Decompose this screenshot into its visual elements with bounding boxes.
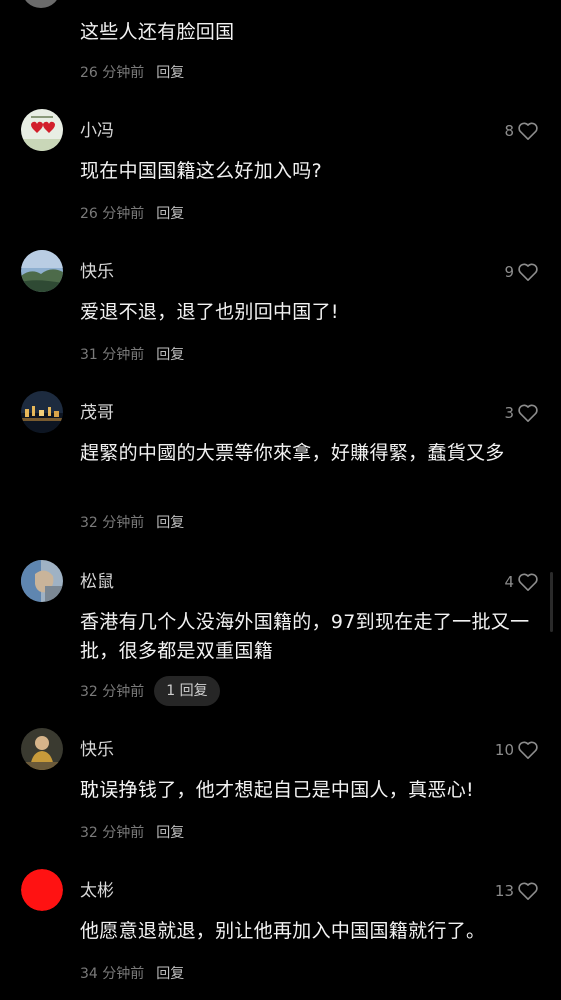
avatar-person-image xyxy=(21,728,63,770)
comment-meta: 32 分钟前 回复 xyxy=(80,512,184,532)
comment-time: 26 分钟前 xyxy=(80,206,145,222)
like-count: 10 xyxy=(494,741,514,759)
heart-icon xyxy=(518,404,538,422)
comment-time: 26 分钟前 xyxy=(80,65,145,81)
avatar-hearts-image xyxy=(21,109,63,151)
reply-button[interactable]: 回复 xyxy=(156,512,184,532)
comment-text: 这些人还有脸回国 xyxy=(80,21,235,43)
avatar[interactable] xyxy=(21,250,63,292)
comment-time: 34 分钟前 xyxy=(80,966,145,982)
avatar[interactable] xyxy=(21,560,63,602)
comment-text: 香港有几个人没海外国籍的，97到现在走了一批又一批，很多都是双重国籍 xyxy=(80,611,530,662)
avatar-photo-image xyxy=(21,560,63,602)
comment-text: 他愿意退就退，别让他再加入中国国籍就行了。 xyxy=(80,920,486,942)
like-button[interactable]: 4 xyxy=(504,571,539,593)
avatar[interactable] xyxy=(21,728,63,770)
comment-meta: 26 分钟前 回复 xyxy=(80,62,184,82)
like-count: 4 xyxy=(504,573,514,591)
heart-icon xyxy=(518,263,538,281)
avatar[interactable] xyxy=(21,109,63,151)
avatar[interactable] xyxy=(21,391,63,433)
comment-time: 32 分钟前 xyxy=(80,684,145,700)
username[interactable]: 茂哥 xyxy=(80,402,114,424)
username[interactable]: 太彬 xyxy=(80,880,114,902)
avatar-night-city-image xyxy=(21,391,63,433)
like-count: 3 xyxy=(504,404,514,422)
like-button[interactable]: 8 xyxy=(504,120,539,142)
comment-meta: 32 分钟前 回复 xyxy=(80,822,184,842)
comment-text: 耽误挣钱了，他才想起自己是中国人，真恶心! xyxy=(80,779,474,801)
reply-button[interactable]: 回复 xyxy=(156,344,184,364)
like-button[interactable]: 3 xyxy=(504,402,539,424)
heart-icon xyxy=(518,573,538,591)
username[interactable]: 松鼠 xyxy=(80,571,114,593)
avatar-red-image xyxy=(21,869,63,911)
comment-time: 31 分钟前 xyxy=(80,347,145,363)
comment-time: 32 分钟前 xyxy=(80,515,145,531)
view-replies-button[interactable]: 1 回复 xyxy=(154,676,220,706)
comment-meta: 31 分钟前 回复 xyxy=(80,344,184,364)
like-button[interactable]: 13 xyxy=(495,880,539,902)
avatar-landscape-image xyxy=(21,250,63,292)
comment-meta: 34 分钟前 回复 xyxy=(80,963,184,983)
like-count: 9 xyxy=(504,263,514,281)
username[interactable]: 快乐 xyxy=(80,739,114,761)
comment-text: 爱退不退，退了也别回中国了! xyxy=(80,301,339,323)
avatar[interactable] xyxy=(22,0,60,8)
reply-button[interactable]: 回复 xyxy=(156,822,184,842)
comment-text: 现在中国国籍这么好加入吗? xyxy=(80,160,322,182)
comment-meta: 26 分钟前 回复 xyxy=(80,203,184,223)
avatar[interactable] xyxy=(21,869,63,911)
username[interactable]: 快乐 xyxy=(80,261,114,283)
like-button[interactable]: 10 xyxy=(495,739,539,761)
like-count: 8 xyxy=(504,122,514,140)
like-count: 13 xyxy=(494,882,514,900)
reply-button[interactable]: 回复 xyxy=(156,203,184,223)
reply-button[interactable]: 回复 xyxy=(156,62,184,82)
heart-icon xyxy=(518,122,538,140)
like-button[interactable]: 9 xyxy=(504,261,539,283)
scrollbar[interactable] xyxy=(550,572,553,632)
comment-text: 趕緊的中國的大票等你來拿，好賺得緊，蠢貨又多 xyxy=(80,442,505,464)
heart-icon xyxy=(518,741,538,759)
comment-time: 32 分钟前 xyxy=(80,825,145,841)
comment-meta: 32 分钟前 1 回复 xyxy=(80,676,220,706)
reply-button[interactable]: 回复 xyxy=(156,963,184,983)
username[interactable]: 小冯 xyxy=(80,120,114,142)
heart-icon xyxy=(518,882,538,900)
